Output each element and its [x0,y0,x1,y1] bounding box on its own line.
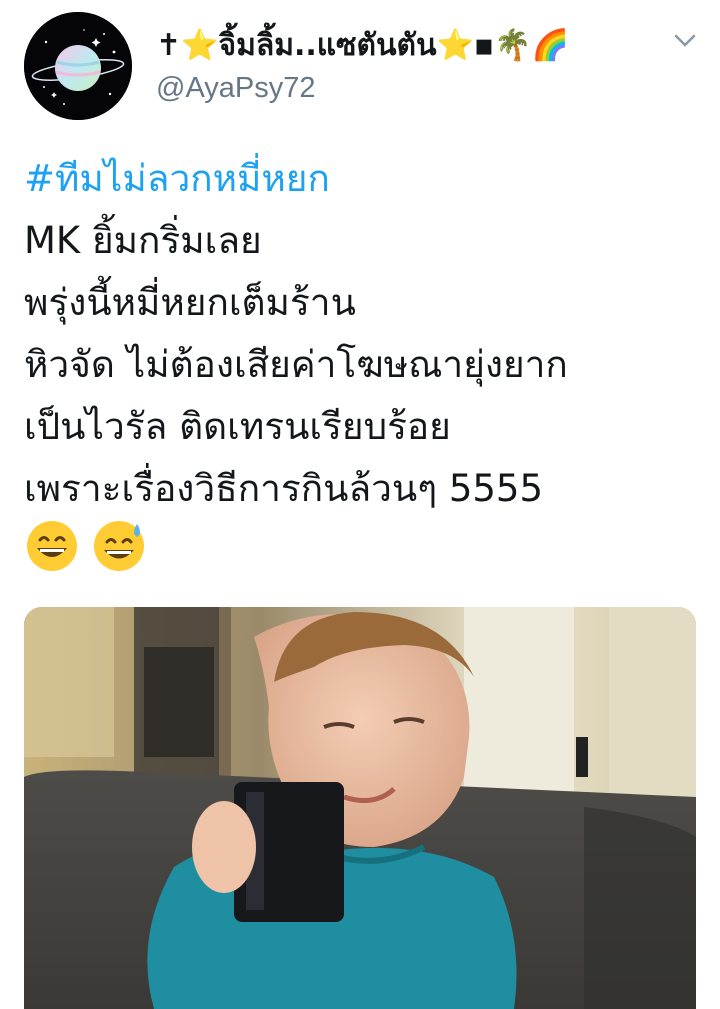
tweet-line: หิวจัด ไม่ต้องเสียค่าโฆษณายุ่งยาก [24,343,568,386]
grinning-face-icon [26,520,78,572]
hashtag-link[interactable]: #ทีมไม่ลวกหมี่หยก [24,148,704,210]
tweet-line: เป็นไวรัล ติดเทรนเรียบร้อย [24,405,451,448]
author-display-name[interactable]: ✝⭐จิ้มลิ้ม..แซตันตัน⭐▪🌴🌈 [156,22,569,69]
sweat-smile-face-icon [93,520,145,572]
author-handle[interactable]: @AyaPsy72 [156,72,316,105]
emoji-row [26,520,155,576]
chevron-down-icon[interactable] [672,30,698,52]
planet-avatar-icon [24,12,132,120]
boy-drinking-mug-photo [24,607,696,1009]
tweet-text: #ทีมไม่ลวกหมี่หยก MK ยิ้มกริ่มเลย พรุ่งน… [24,148,704,520]
author-avatar[interactable] [24,12,132,120]
tweet-line: เพราะเรื่องวิธีการกินล้วนๆ 5555 [24,467,544,510]
tweet-line: พรุ่งนี้หมี่หยกเต็มร้าน [24,281,356,324]
tweet-line: MK ยิ้มกริ่มเลย [24,219,262,262]
tweet-media-photo[interactable] [24,607,696,1009]
